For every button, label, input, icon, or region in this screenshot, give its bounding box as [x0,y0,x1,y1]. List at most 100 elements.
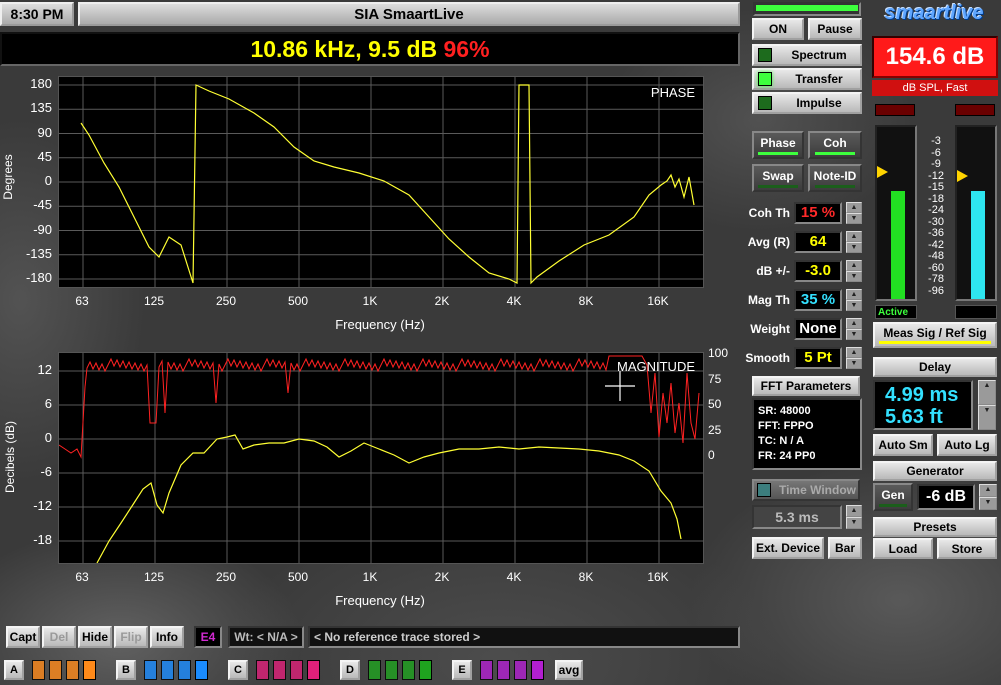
time-window-button[interactable]: Time Window [752,479,860,501]
time-window-led [757,483,771,497]
time-window-field[interactable]: 5.3 ms [752,505,842,529]
x-tick-label: 16K [647,570,669,584]
note-id-button[interactable]: Note-ID [808,164,862,192]
spl-readout: 154.6 dB [872,36,998,78]
trace-swatch[interactable] [385,660,398,680]
trace-group-button[interactable]: A [4,660,24,680]
param-label: Coh Th [748,206,790,220]
trace-swatch[interactable] [514,660,527,680]
phase-plot[interactable]: PHASE [58,76,704,288]
crosshair-cursor [605,371,635,401]
trace-swatch[interactable] [368,660,381,680]
coh-button[interactable]: Coh [808,131,862,159]
coherence-tick-label: 100 [708,346,729,360]
avg-button[interactable]: avg [555,660,583,680]
impulse-button[interactable]: Impulse [752,92,862,114]
trace-swatch[interactable] [161,660,174,680]
trace-id-field: E4 [194,626,222,648]
info-button[interactable]: Info [150,626,184,648]
param-spinner[interactable]: ▲ ▼ [846,347,862,369]
trace-group-button[interactable]: E [452,660,472,680]
y-tick-label: -12 [33,498,52,513]
meter-scale-label: -60 [928,261,944,274]
param-value[interactable]: 35 % [794,289,842,311]
param-value[interactable]: 5 Pt [794,347,842,369]
phase-button[interactable]: Phase [752,131,804,159]
trace-swatch[interactable] [144,660,157,680]
param-spinner[interactable]: ▲ ▼ [846,260,862,282]
meter-left-pointer[interactable] [877,166,888,178]
transfer-label: Transfer [795,72,843,86]
spl-mode: dB SPL, Fast [872,80,998,96]
pause-button[interactable]: Pause [808,18,862,40]
trace-swatch[interactable] [273,660,286,680]
trace-swatch[interactable] [32,660,45,680]
param-value[interactable]: 15 % [794,202,842,224]
param-spinner[interactable]: ▲ ▼ [846,318,862,340]
mag-x-label: Frequency (Hz) [335,593,425,608]
delay-ms: 4.99 ms [885,384,959,406]
y-tick-label: 12 [37,362,52,377]
swap-button[interactable]: Swap [752,164,804,192]
param-spinner[interactable]: ▲ ▼ [846,231,862,253]
fft-title: FFT Parameters [760,379,852,393]
capt-button[interactable]: Capt [6,626,40,648]
trace-swatch[interactable] [480,660,493,680]
time-window-spinner[interactable]: ▲ ▼ [846,505,862,529]
title-bar: SIA SmaartLive [78,2,740,26]
signal-indicator-bar [753,2,861,16]
flip-button[interactable]: Flip [114,626,148,648]
hide-button[interactable]: Hide [78,626,112,648]
gen-button[interactable]: Gen [873,483,913,511]
param-label: Smooth [745,351,790,365]
x-tick-label: 125 [143,570,165,584]
trace-group-button[interactable]: C [228,660,248,680]
spectrum-button[interactable]: Spectrum [752,44,862,66]
auto-lg-button[interactable]: Auto Lg [937,434,997,456]
ext-device-button[interactable]: Ext. Device [752,537,824,559]
trace-swatch[interactable] [402,660,415,680]
trace-swatch[interactable] [49,660,62,680]
generator-level[interactable]: -6 dB [917,484,975,510]
trace-swatch[interactable] [497,660,510,680]
transfer-button[interactable]: Transfer [752,68,862,90]
delay-readout[interactable]: 4.99 ms 5.63 ft [873,380,973,430]
trace-swatch[interactable] [83,660,96,680]
delay-spinner[interactable]: ▲ ▼ [978,380,996,430]
delay-header: Delay [873,357,997,377]
trace-swatch[interactable] [195,660,208,680]
trace-swatch[interactable] [290,660,303,680]
y-tick-label: -135 [25,245,52,261]
trace-group-button[interactable]: B [116,660,136,680]
param-value[interactable]: None [794,318,842,340]
meter-scale-label: -15 [928,181,944,193]
fft-parameters-button[interactable]: FFT Parameters [752,376,860,396]
param-spinner[interactable]: ▲ ▼ [846,289,862,311]
magnitude-plot[interactable]: MAGNITUDE [58,352,704,564]
store-button[interactable]: Store [937,538,997,559]
on-button[interactable]: ON [752,18,804,40]
meas-ref-button[interactable]: Meas Sig / Ref Sig [873,322,997,348]
param-label: dB +/- [756,264,790,278]
generator-spinner[interactable]: ▲ ▼ [979,484,997,510]
load-button[interactable]: Load [873,538,933,559]
trace-swatch[interactable] [178,660,191,680]
param-value[interactable]: -3.0 [794,260,842,282]
trace-swatch[interactable] [531,660,544,680]
trace-swatch[interactable] [66,660,79,680]
bar-button[interactable]: Bar [828,537,862,559]
spl-value: 154.6 dB [885,43,985,70]
trace-swatch[interactable] [307,660,320,680]
presets-title: Presets [913,520,957,534]
auto-sm-button[interactable]: Auto Sm [873,434,933,456]
param-value[interactable]: 64 [794,231,842,253]
meter-scale-label: -36 [928,227,944,239]
x-tick-label: 16K [647,294,669,308]
trace-swatch[interactable] [256,660,269,680]
param-spinner[interactable]: ▲ ▼ [846,202,862,224]
clock-text: 8:30 PM [10,6,64,22]
del-button[interactable]: Del [42,626,76,648]
trace-swatch[interactable] [419,660,432,680]
trace-group-button[interactable]: D [340,660,360,680]
meter-right-pointer[interactable] [957,170,968,182]
